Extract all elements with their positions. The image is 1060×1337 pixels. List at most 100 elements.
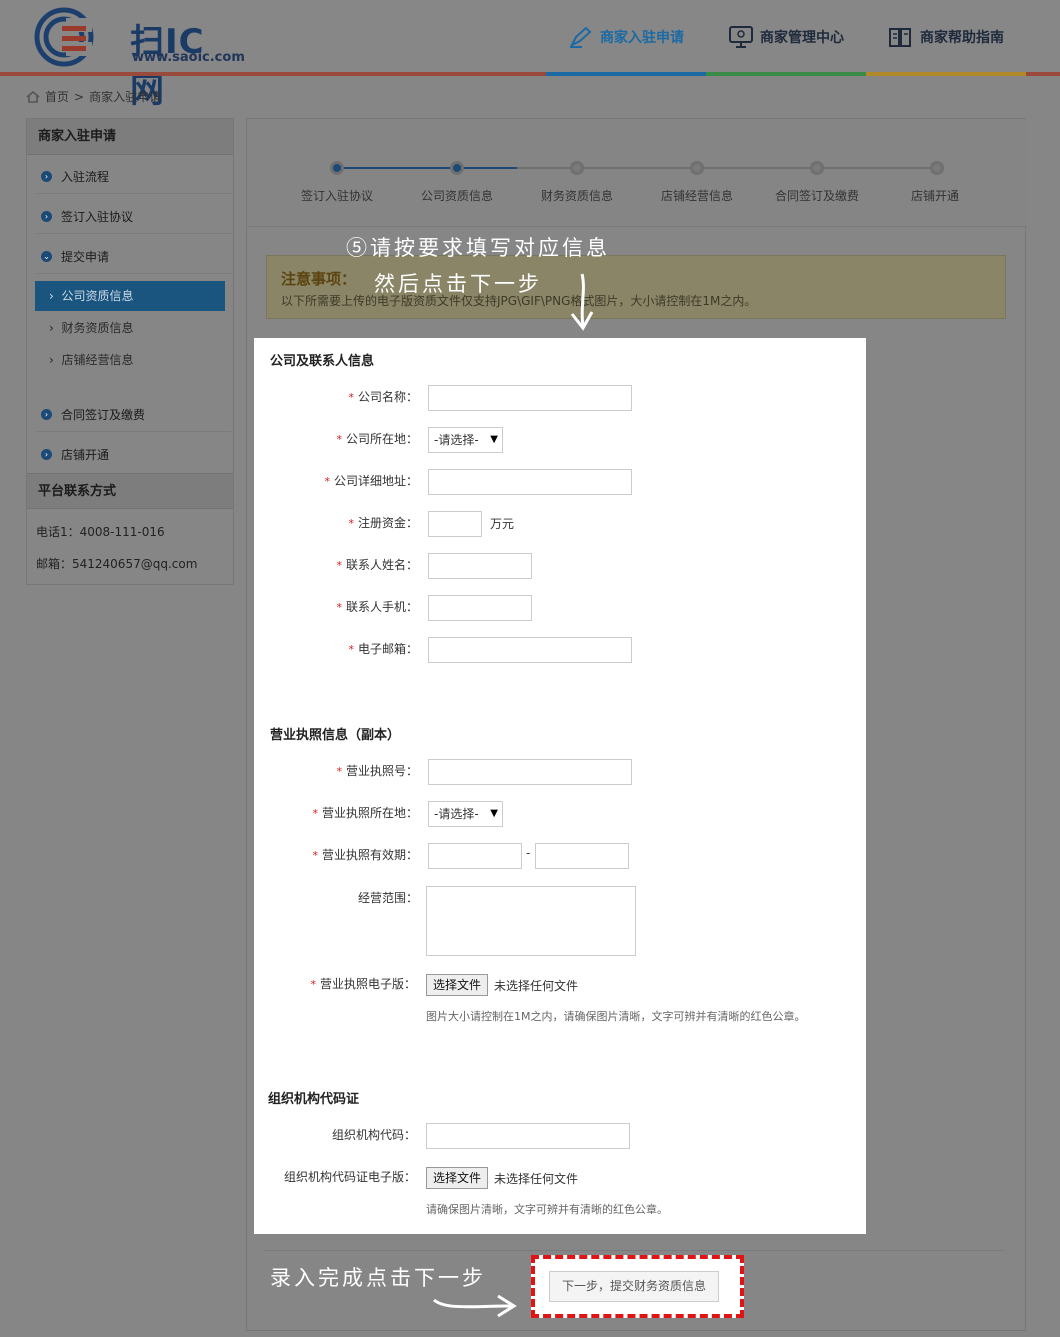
contact-name-label: * 联系人姓名： (336, 558, 418, 572)
section-title-company: 公司及联系人信息 (270, 354, 375, 369)
sidebar-sub-label: 公司资质信息 (61, 289, 134, 303)
step-label: 财务资质信息 (540, 189, 613, 203)
license-location-select[interactable]: -请选择- ▼ (428, 801, 503, 827)
company-info-form: 公司及联系人信息 * 公司名称： * 公司所在地： -请选择- ▼ * 公司详细地址： … (254, 338, 866, 1234)
required-star-icon: * (348, 643, 354, 656)
section-title-license: 营业执照信息（副本） (270, 728, 401, 743)
capital-input[interactable] (428, 511, 482, 537)
contact-phone: 电话1：4008-111-016 (36, 525, 165, 539)
step-dot-pending (930, 161, 944, 175)
logo-url: www.saoic.com (132, 50, 245, 65)
sidebar-sub-label: 店铺经营信息 (61, 353, 134, 367)
company-location-select[interactable]: -请选择- ▼ (428, 427, 503, 453)
license-file-status: 未选择任何文件 (494, 979, 579, 993)
capital-unit: 万元 (490, 517, 515, 531)
sidebar-item-process[interactable]: › 入驻流程 (41, 168, 109, 185)
required-star-icon: * (324, 475, 330, 488)
required-star-icon: * (348, 517, 354, 530)
contact-email: 邮箱：541240657@qq.com (36, 557, 198, 571)
sidebar-item-label: 入驻流程 (61, 170, 110, 184)
contact-phone-label: * 联系人手机： (336, 600, 418, 614)
sidebar-sub-store[interactable]: › 店铺经营信息 (35, 345, 225, 375)
license-no-input[interactable] (428, 759, 632, 785)
chevron-right-icon: › (41, 409, 52, 420)
org-hint: 请确保图片清晰，文字可辨并有清晰的红色公章。 (426, 1203, 668, 1216)
annotation-step5: ⑤请按要求填写对应信息 (346, 236, 610, 260)
org-code-input[interactable] (426, 1123, 630, 1149)
license-hint: 图片大小请控制在1M之内，请确保图片清晰，文字可辨并有清晰的红色公章。 (426, 1010, 806, 1023)
required-star-icon: * (310, 978, 316, 991)
sidebar-item-contract[interactable]: › 合同签订及缴费 (41, 406, 145, 423)
business-scope-textarea[interactable] (426, 886, 636, 956)
org-file-button[interactable]: 选择文件 (426, 1167, 489, 1189)
next-button-highlight: 下一步，提交财务资质信息 (531, 1255, 744, 1318)
next-step-button[interactable]: 下一步，提交财务资质信息 (549, 1271, 719, 1302)
chevron-right-icon: › (41, 211, 52, 222)
required-star-icon: * (312, 849, 318, 862)
sidebar-sub-label: 财务资质信息 (61, 321, 134, 335)
required-star-icon: * (348, 391, 354, 404)
step-dot-pending (810, 161, 824, 175)
org-code-label: 组织机构代码： (331, 1128, 416, 1142)
site-logo[interactable]: 扫IC网 www.saoic.com (34, 6, 245, 111)
logo-mark-icon (34, 7, 94, 67)
annotation-bottom: 录入完成点击下一步 (270, 1266, 486, 1290)
chevron-right-icon: › (41, 449, 52, 460)
nav-merchant-help[interactable]: 商家帮助指南 (888, 22, 1004, 52)
license-start-input[interactable] (428, 843, 522, 869)
required-star-icon: * (336, 433, 342, 446)
contact-phone-input[interactable] (428, 595, 532, 621)
nav-label: 商家帮助指南 (920, 30, 1004, 46)
email-input[interactable] (428, 637, 632, 663)
license-period-label: * 营业执照有效期： (312, 848, 418, 862)
step-label: 公司资质信息 (420, 189, 493, 203)
arrow-right-icon (433, 1294, 517, 1318)
dropdown-arrow-icon: ▼ (490, 434, 498, 445)
company-name-input[interactable] (428, 385, 632, 411)
required-star-icon: * (336, 559, 342, 572)
capital-label: * 注册资金： (348, 516, 418, 530)
sidebar-item-agreement[interactable]: › 签订入驻协议 (41, 208, 133, 225)
breadcrumb-home[interactable]: 首页 (45, 88, 69, 105)
book-icon (889, 28, 911, 47)
bottom-divider (263, 1250, 1005, 1251)
required-star-icon: * (336, 601, 342, 614)
nav-merchant-center[interactable]: 商家管理中心 (728, 22, 844, 52)
monitor-icon (729, 26, 753, 48)
pen-icon (569, 26, 592, 48)
sidebar-item-open-store[interactable]: › 店铺开通 (41, 446, 109, 463)
company-location-label: * 公司所在地： (336, 432, 418, 446)
period-separator: - (526, 846, 531, 860)
sidebar-item-label: 合同签订及缴费 (61, 408, 146, 422)
contact-title: 平台联系方式 (27, 473, 233, 509)
sidebar-item-label: 签订入驻协议 (61, 210, 134, 224)
business-scope-label: 经营范围： (357, 891, 418, 905)
notice-title: 注意事项： (281, 270, 357, 288)
sidebar-sub-finance[interactable]: › 财务资质信息 (35, 313, 225, 343)
arrow-down-icon (570, 273, 594, 331)
step-dot-done (330, 161, 344, 175)
license-file-label: * 营业执照电子版： (310, 977, 416, 991)
chevron-right-icon: › (41, 171, 52, 182)
breadcrumb-current: 商家入驻申请 (89, 90, 162, 104)
step-dot-pending (570, 161, 584, 175)
sidebar-item-submit[interactable]: ⌄ 提交申请 (41, 248, 109, 265)
company-address-input[interactable] (428, 469, 632, 495)
chevron-down-icon: ⌄ (41, 251, 52, 262)
dropdown-arrow-icon: ▼ (490, 808, 498, 819)
step-dot-done (450, 161, 464, 175)
license-location-label: * 营业执照所在地： (312, 806, 418, 820)
sidebar-sub-company[interactable]: › 公司资质信息 (35, 281, 225, 311)
contact-name-input[interactable] (428, 553, 532, 579)
license-end-input[interactable] (535, 843, 629, 869)
nav-label: 商家管理中心 (760, 30, 844, 46)
license-file-button[interactable]: 选择文件 (426, 974, 489, 996)
step-dot-pending (690, 161, 704, 175)
email-label: * 电子邮箱： (348, 642, 418, 656)
required-star-icon: * (312, 807, 318, 820)
site-header: 扫IC网 www.saoic.com 商家入驻申请 商家管理中心 商家帮助指南 (0, 0, 1060, 111)
step-label: 合同签订及缴费 (774, 189, 859, 203)
breadcrumb-separator: > (74, 89, 85, 104)
sidebar-item-label: 提交申请 (61, 250, 110, 264)
nav-merchant-apply[interactable]: 商家入驻申请 (568, 22, 684, 52)
